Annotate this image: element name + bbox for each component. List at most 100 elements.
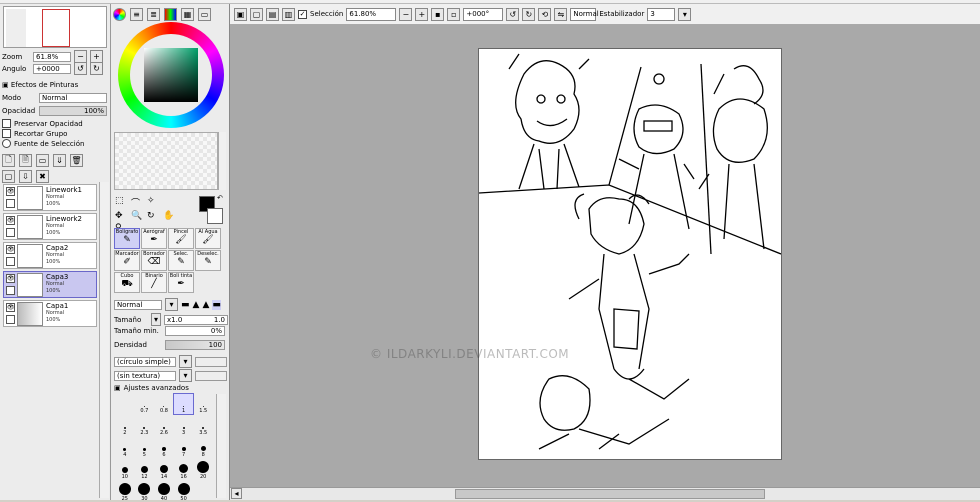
brush-mode-select[interactable]: Normal [114,299,162,310]
brush-size-option[interactable] [115,394,135,414]
preserve-opacity-checkbox[interactable] [2,119,11,128]
lock-icon[interactable] [6,286,15,295]
tool-airbrush[interactable]: Aerógraf ✒ [141,228,167,249]
show-selection-icon[interactable]: ▥ [282,7,295,21]
brush-size-option[interactable]: 7 [174,438,194,458]
brush-size-option[interactable]: 2.3 [135,416,155,436]
opacity-field[interactable]: 100% [39,106,107,116]
select-all-icon[interactable]: ▣ [234,7,247,21]
selection-source-radio[interactable] [2,139,11,148]
zoom-fit-icon[interactable]: ▫ [447,7,461,21]
scratchpad-tab-icon[interactable]: ▭ [198,8,211,21]
hand-icon[interactable]: ✋ [163,211,177,221]
brush-size-option[interactable]: 16 [174,460,194,480]
brush-shape-select[interactable]: (círculo simple) [114,356,176,367]
rotate-tool-icon[interactable]: ↻ [147,211,161,221]
advanced-row[interactable]: ▣ Ajustes avanzados [114,384,189,392]
scroll-left-icon[interactable]: ◂ [231,488,242,499]
brush-size-option[interactable]: 1.5 [193,394,213,414]
zoom-out-icon[interactable]: − [399,7,413,21]
deselect-icon[interactable]: ▢ [250,7,263,21]
dropdown-icon[interactable]: ▾ [179,369,192,382]
tool-brush[interactable]: Pincel 🖌 [168,228,194,249]
rotate-left-icon[interactable]: ↺ [74,62,87,75]
brush-size-option[interactable]: 4 [115,438,135,458]
dropdown-icon[interactable]: ▾ [165,298,178,311]
brush-size-option[interactable]: 50 [174,482,194,502]
tool-watercolor[interactable]: Al Agua 🖌 [195,228,221,249]
rotate-cw-icon[interactable]: ↻ [522,7,536,21]
edge-hard-icon[interactable]: ▬ [181,300,190,310]
new-layer-icon[interactable]: 🗋 [2,154,15,167]
edge-softer-icon[interactable]: ▲ [202,300,209,310]
move-icon[interactable]: ✥ [115,211,129,221]
brush-size-option[interactable]: 1 [172,393,195,415]
edge-max-icon[interactable]: ▬ [212,299,221,310]
rgb-sliders-tab-icon[interactable]: ≡ [130,8,143,21]
layer-item[interactable]: 👁 Linework2 Normal 100% [3,213,97,240]
preserve-opacity-option[interactable]: Preservar Opacidad [2,119,83,128]
drawing-canvas[interactable] [478,48,782,460]
color-wheel[interactable] [118,22,224,128]
clip-group-option[interactable]: Recortar Grupo [2,129,67,138]
visibility-icon[interactable]: 👁 [6,274,15,283]
rect-select-icon[interactable]: ⬚ [115,196,129,209]
selection-source-option[interactable]: Fuente de Selección [2,139,84,148]
brush-size-option[interactable]: 25 [115,482,135,502]
brush-size-option[interactable]: 10 [115,460,135,480]
brush-size-option[interactable]: 12 [135,460,155,480]
flip-icon[interactable]: ⇋ [554,7,568,21]
scrollbar-thumb[interactable] [455,489,765,499]
brush-size-option[interactable]: 3.5 [193,416,213,436]
visibility-icon[interactable]: 👁 [6,245,15,254]
dropdown-icon[interactable]: ▾ [678,7,692,21]
density-slider[interactable]: 100 [165,340,225,350]
stabilizer-select[interactable]: 3 [647,7,676,21]
tool-pen[interactable]: Bolígrafo ✎ [114,228,140,249]
tool-bucket[interactable]: Cubo ⛟ [114,272,140,293]
visibility-icon[interactable]: 👁 [6,187,15,196]
angle-field[interactable]: +0000 [33,63,71,74]
color-wheel-tab-icon[interactable] [113,8,126,21]
brush-size-option[interactable]: 3 [174,416,194,436]
brush-size-option[interactable]: 40 [154,482,174,502]
swatches-tab-icon[interactable]: ▦ [181,8,194,21]
brush-size-option[interactable]: 20 [193,460,213,480]
lock-icon[interactable] [6,199,15,208]
rotate-right-icon[interactable]: ↻ [90,62,103,75]
brush-size-option[interactable]: 30 [135,482,155,502]
min-size-field[interactable]: 0% [165,326,225,336]
brush-size-option[interactable]: 2.6 [154,416,174,436]
magic-wand-icon[interactable]: ✧ [147,196,161,209]
brush-size-option[interactable]: 2 [115,416,135,436]
lock-icon[interactable] [6,315,15,324]
tool-ink-pen[interactable]: Boli tinta ✒ [168,272,194,293]
view-mode-select[interactable]: Normal [570,7,599,21]
brush-size-option[interactable]: 5 [135,438,155,458]
tool-eraser[interactable]: Borrador ⌫ [141,250,167,271]
brush-size-option[interactable]: 0.7 [135,394,155,414]
edge-soft-icon[interactable]: ▲ [193,300,200,310]
layer-item[interactable]: 👁 Capa1 Normal 100% [3,300,97,327]
delete-layer-icon[interactable]: 🗑 [70,154,83,167]
angle-select[interactable]: +000° [463,7,504,21]
zoom-in-icon[interactable]: + [415,7,429,21]
brush-size-option[interactable]: 0.8 [154,394,174,414]
saturation-square[interactable] [144,48,198,102]
visibility-icon[interactable]: 👁 [6,303,15,312]
size-mult-icon[interactable]: ▾ [151,313,161,326]
tool-binary[interactable]: Binario ╱ [141,272,167,293]
tool-deselect-pen[interactable]: Deselec. ✎ [195,250,221,271]
clip-group-checkbox[interactable] [2,129,11,138]
lock-icon[interactable] [6,228,15,237]
layer-item[interactable]: 👁 Capa2 Normal 100% [3,242,97,269]
zoom-tool-icon[interactable]: 🔍 [131,211,145,221]
mode-select[interactable]: Normal [39,93,107,103]
merge-icon[interactable]: ⇓ [53,154,66,167]
brush-size-scrollbar[interactable] [216,394,226,498]
brush-size-option[interactable]: 8 [193,438,213,458]
brush-texture-select[interactable]: (sin textura) [114,370,176,381]
layer-item[interactable]: 👁 Linework1 Normal 100% [3,184,97,211]
tool-marker[interactable]: Marcador ✐ [114,250,140,271]
invert-selection-icon[interactable]: ▤ [266,7,279,21]
